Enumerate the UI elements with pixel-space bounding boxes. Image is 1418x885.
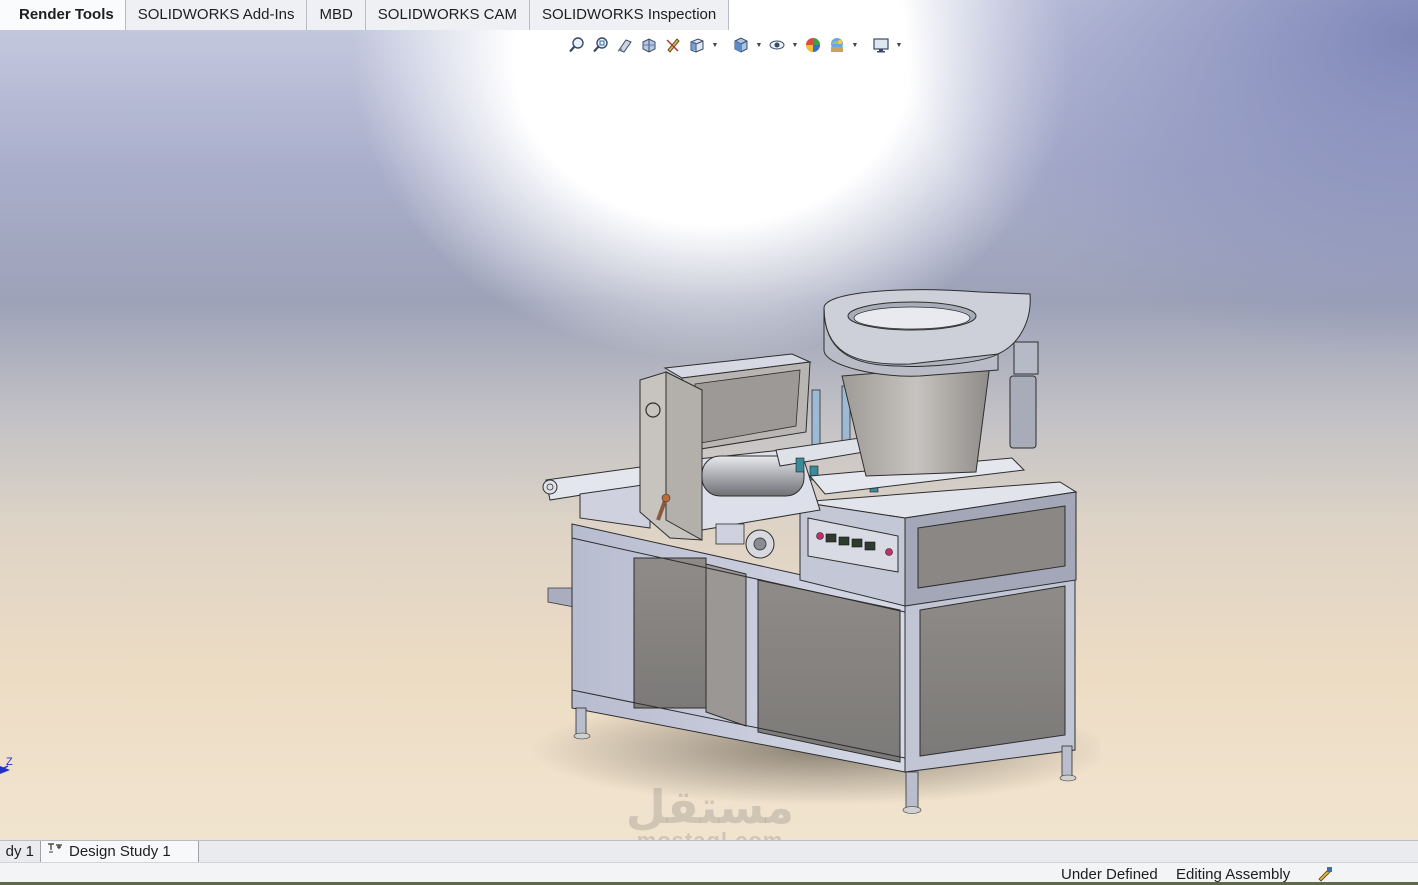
watermark-latin: mostaql.com xyxy=(622,830,798,841)
tab-render-tools[interactable]: Render Tools xyxy=(0,0,126,30)
dynamic-annotation-icon[interactable] xyxy=(662,34,684,56)
machine-assembly-model[interactable] xyxy=(520,280,1110,825)
tab-mbd[interactable]: MBD xyxy=(307,0,366,30)
previous-view-icon[interactable] xyxy=(614,34,636,56)
zoom-to-fit-icon[interactable] xyxy=(566,34,588,56)
view-settings-icon[interactable] xyxy=(870,34,892,56)
section-view-icon[interactable] xyxy=(638,34,660,56)
study-tab-label: Design Study 1 xyxy=(69,843,171,860)
heads-up-view-toolbar: ▼ ▼ ▼ ▼ ▼ xyxy=(566,34,904,56)
graphics-area[interactable]: Render Tools SOLIDWORKS Add-Ins MBD SOLI… xyxy=(0,0,1418,840)
display-style-dropdown[interactable]: ▼ xyxy=(754,34,764,56)
command-manager-tabs: Render Tools SOLIDWORKS Add-Ins MBD SOLI… xyxy=(0,0,730,30)
rebuild-icon[interactable] xyxy=(1316,865,1334,883)
zoom-to-area-icon[interactable] xyxy=(590,34,612,56)
hide-show-dropdown[interactable]: ▼ xyxy=(790,34,800,56)
view-orientation-dropdown[interactable]: ▼ xyxy=(710,34,720,56)
study-tab-design-study[interactable]: Design Study 1 xyxy=(41,841,199,862)
tab-solidworks-cam[interactable]: SOLIDWORKS CAM xyxy=(365,0,530,30)
tab-solidworks-add-ins[interactable]: SOLIDWORKS Add-Ins xyxy=(125,0,308,30)
display-style-icon[interactable] xyxy=(730,34,752,56)
study-tab-label: dy 1 xyxy=(5,843,34,860)
apply-scene-dropdown[interactable]: ▼ xyxy=(850,34,860,56)
watermark-arabic: مستقل xyxy=(625,780,795,834)
design-study-icon xyxy=(47,841,63,862)
status-bar: Under Defined Editing Assembly xyxy=(0,862,1418,885)
edit-appearance-icon[interactable] xyxy=(802,34,824,56)
view-orientation-icon[interactable] xyxy=(686,34,708,56)
hide-show-items-icon[interactable] xyxy=(766,34,788,56)
tab-solidworks-inspection[interactable]: SOLIDWORKS Inspection xyxy=(529,0,730,30)
study-tab-truncated[interactable]: dy 1 xyxy=(0,841,41,862)
view-settings-dropdown[interactable]: ▼ xyxy=(894,34,904,56)
watermark: مستقل mostaql.com xyxy=(622,782,798,840)
apply-scene-icon[interactable] xyxy=(826,34,848,56)
coordinate-triad: Z xyxy=(0,752,20,776)
study-tabs-bar: dy 1 Design Study 1 xyxy=(0,840,1418,862)
triad-z-label: Z xyxy=(6,756,13,768)
